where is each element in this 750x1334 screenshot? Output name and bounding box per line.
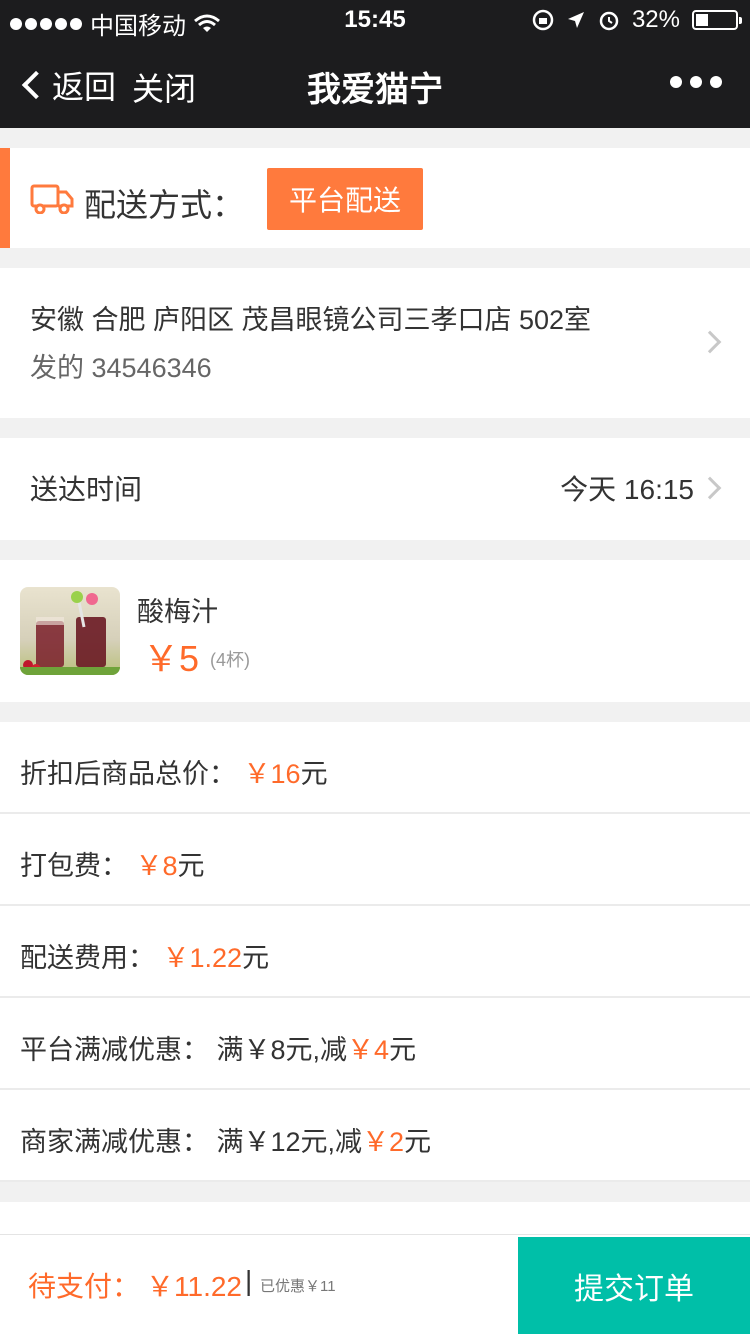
delivery-method-label: 配送方式： (84, 187, 245, 223)
fee-label: 折扣后商品总价： (20, 759, 236, 789)
fee-value: ￥8 (135, 851, 178, 881)
product-price: ￥5 (143, 638, 200, 679)
delivery-method-section: 配送方式： 平台配送 (0, 148, 750, 248)
battery-percent: 32% (631, 6, 680, 33)
product-item: 酸梅汁 ￥5 (4杯) (0, 560, 750, 702)
battery-icon (692, 10, 742, 30)
chevron-right-icon (698, 476, 722, 500)
pay-label: 待支付： (28, 1271, 141, 1302)
battery-fill (696, 14, 708, 26)
fee-label: 配送费用： (20, 943, 155, 973)
checkout-bar: 待支付： ￥11.22 | 已优惠￥11 提交订单 (0, 1234, 750, 1334)
product-quantity: (4杯) (210, 650, 250, 670)
product-name: 酸梅汁 (137, 597, 218, 627)
fee-unit: 元 (389, 1035, 417, 1065)
delivery-time-value: 今天 16:15 (560, 474, 694, 505)
fee-row-platform-discount: 平台满减优惠： 满￥8元,减￥4元 (0, 998, 750, 1090)
discount-threshold: 满￥8元,减 (216, 1035, 348, 1065)
fee-unit: 元 (177, 851, 205, 881)
fee-row-merchant-discount: 商家满减优惠： 满￥12元,减￥2元 (0, 1090, 750, 1182)
fee-label: 商家满减优惠： (20, 1127, 209, 1157)
chevron-right-icon (698, 330, 722, 354)
address-row[interactable]: 安徽 合肥 庐阳区 茂昌眼镜公司三孝口店 502室 发的 34546346 (0, 268, 750, 418)
fee-value: ￥1.22 (162, 943, 243, 973)
rotation-lock-icon (532, 9, 554, 31)
address-text: 安徽 合肥 庐阳区 茂昌眼镜公司三孝口店 502室 (30, 305, 592, 335)
saved-amount: 已优惠￥11 (260, 1278, 336, 1295)
address-contact: 发的 34546346 (30, 353, 212, 383)
fee-value: ￥16 (243, 759, 301, 789)
pay-amount: ￥11.22 (146, 1271, 242, 1302)
platform-delivery-button[interactable]: 平台配送 (267, 168, 423, 230)
submit-order-button[interactable]: 提交订单 (518, 1237, 750, 1334)
fee-row-discounted-total: 折扣后商品总价： ￥16元 (0, 722, 750, 814)
page-title: 我爱猫宁 (307, 71, 443, 109)
product-image (20, 587, 120, 675)
delivery-time-label: 送达时间 (30, 474, 143, 505)
fee-row-delivery: 配送费用： ￥1.22元 (0, 906, 750, 998)
discount-amount: ￥4 (347, 1035, 390, 1065)
delivery-time-row[interactable]: 送达时间 今天 16:15 (0, 438, 750, 540)
separator: | (245, 1265, 253, 1296)
more-menu-icon[interactable] (670, 76, 722, 88)
discount-threshold: 满￥12元,减 (216, 1127, 363, 1157)
section-accent-bar (0, 148, 10, 248)
fee-row-packing: 打包费： ￥8元 (0, 814, 750, 906)
status-bar: 中国移动 15:45 32% (0, 0, 750, 40)
fee-unit: 元 (242, 943, 270, 973)
fee-unit: 元 (300, 759, 328, 789)
status-icons: 32% (532, 6, 742, 34)
fee-summary: 折扣后商品总价： ￥16元 打包费： ￥8元 配送费用： ￥1.22元 平台满减… (0, 722, 750, 1182)
fee-label: 打包费： (20, 851, 128, 881)
truck-icon (30, 184, 74, 214)
fee-label: 平台满减优惠： (20, 1035, 209, 1065)
nav-bar: 返回 关闭 我爱猫宁 (0, 40, 750, 128)
fee-unit: 元 (404, 1127, 432, 1157)
alarm-icon (599, 11, 619, 31)
location-icon (567, 12, 584, 28)
discount-amount: ￥2 (362, 1127, 405, 1157)
